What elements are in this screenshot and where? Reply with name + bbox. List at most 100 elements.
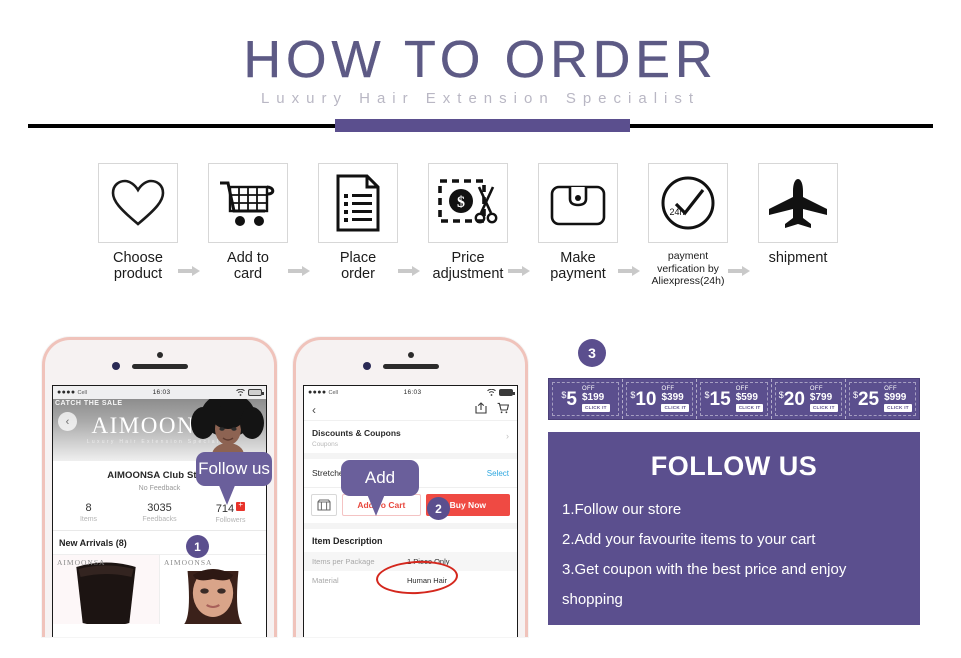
step-shipment: shipment — [752, 163, 844, 266]
coupon-amount: $10 — [630, 388, 657, 410]
step-label: shipment — [768, 250, 828, 266]
step-make-payment: Make payment — [532, 163, 624, 282]
stat-value: 3035 — [147, 502, 172, 514]
coupon-cta-button[interactable]: CLICK IT — [661, 404, 690, 412]
clock-label: 16:03 — [403, 389, 422, 396]
coupon-item[interactable]: $25 OFF $999 CLICK IT — [846, 379, 919, 419]
step-icon-box — [318, 163, 398, 243]
share-icon[interactable] — [475, 401, 487, 419]
speaker-grille — [382, 364, 439, 369]
page-subtitle: Luxury Hair Extension Specialist — [260, 90, 701, 107]
new-arrivals-heading: New Arrivals (8) — [59, 538, 127, 548]
step-arrow-icon — [288, 266, 310, 276]
step-badge-2: 2 — [427, 497, 450, 520]
step-label: payment verfication by Aliexpress(24h) — [651, 250, 725, 287]
coupon-cta-button[interactable]: CLICK IT — [582, 404, 610, 412]
callout-follow-us: Follow us — [196, 452, 272, 505]
phone-screen: ●●●● Cell 16:03 ‹ Discounts & Coupons Co… — [303, 385, 518, 637]
price-cut-icon: $ — [438, 179, 498, 224]
discounts-coupons-section[interactable]: Discounts & Coupons Coupons › — [304, 421, 517, 459]
store-icon[interactable] — [311, 494, 337, 516]
coupon-min-spend: $199 — [582, 392, 605, 403]
coupon-amount: $15 — [704, 388, 731, 410]
stat-value: 8 — [85, 502, 92, 514]
step-icon-box — [98, 163, 178, 243]
coupon-item[interactable]: $20 OFF $799 CLICK IT — [772, 379, 846, 419]
phone-mockup-store: ●●●● Cell 16:03 CATCH THE SALE ‹ AIMOONS… — [42, 337, 277, 637]
step-arrow-icon — [618, 266, 640, 276]
phone-screen: ●●●● Cell 16:03 CATCH THE SALE ‹ AIMOONS… — [52, 385, 267, 637]
stat-label: Items — [79, 516, 98, 523]
speaker-grille — [131, 364, 188, 369]
coupon-min-spend: $399 — [661, 392, 684, 403]
header-divider-accent — [335, 119, 630, 132]
back-button[interactable]: ‹ — [312, 403, 316, 417]
step-arrow-icon — [178, 266, 200, 276]
follow-us-title: FOLLOW US — [650, 451, 818, 481]
wifi-icon — [487, 389, 496, 396]
coupon-amount: $25 — [852, 388, 880, 410]
step-label: Make payment — [550, 250, 606, 282]
coupon-cta-button[interactable]: CLICK IT — [735, 404, 764, 412]
clock-check-icon: 24h — [661, 176, 715, 230]
step-icon-box: $ — [428, 163, 508, 243]
product-card[interactable]: AIMOONSA — [159, 554, 266, 624]
coupon-cta-button[interactable]: CLICK IT — [884, 404, 912, 412]
stat-followers[interactable]: 714 Followers — [195, 500, 266, 524]
shopping-cart-icon — [220, 181, 275, 226]
follow-instruction: 3.Get coupon with the best price and enj… — [562, 561, 847, 578]
coupon-item[interactable]: $5 OFF $199 CLICK IT — [549, 379, 624, 419]
product-nav-bar: ‹ — [304, 399, 517, 421]
coupon-amount: $20 — [778, 388, 805, 410]
stat-feedbacks[interactable]: 3035 Feedbacks — [124, 502, 195, 524]
stat-items[interactable]: 8 Items — [53, 502, 124, 524]
coupon-cta-button[interactable]: CLICK IT — [809, 404, 838, 412]
status-right — [236, 389, 264, 396]
step-payment-verification: 24h payment verfication by Aliexpress(24… — [642, 163, 734, 288]
clock-label: 16:03 — [152, 389, 171, 396]
carrier-label: Cell — [328, 389, 338, 396]
wallet-icon — [550, 185, 606, 226]
watermark-label: AIMOONSA — [57, 558, 106, 567]
follow-plus-badge[interactable] — [236, 500, 246, 511]
step-badge-3: 3 — [578, 339, 606, 367]
signal-icon: ●●●● — [308, 389, 327, 396]
stat-label: Feedbacks — [142, 516, 177, 523]
airplane-icon — [769, 179, 827, 228]
step-icon-box: 24h — [648, 163, 728, 243]
callout-add: Add — [341, 460, 419, 516]
carrier-label: Cell — [77, 389, 87, 396]
signal-icon: ●●●● — [57, 389, 76, 396]
watermark-label: AIMOONSA — [164, 558, 213, 567]
coupon-min-spend: $799 — [809, 392, 833, 403]
stat-label: Followers — [215, 517, 246, 524]
follow-instruction: 2.Add your favourite items to your cart — [562, 531, 816, 548]
status-bar: ●●●● Cell 16:03 — [304, 386, 517, 399]
step-arrow-icon — [398, 266, 420, 276]
coupon-item[interactable]: $15 OFF $599 CLICK IT — [697, 379, 772, 419]
follow-instruction: 1.Follow our store — [562, 501, 682, 518]
heart-icon — [111, 179, 165, 226]
battery-icon — [499, 389, 515, 396]
follow-us-instructions: 1.Follow our store 2.Add your favourite … — [548, 495, 920, 615]
sale-tag-label: CATCH THE SALE — [55, 400, 123, 407]
section-title: Discounts & Coupons — [312, 428, 401, 438]
step-price-adjustment: $ Price adjustment — [422, 163, 514, 282]
step-choose-product: Choose product — [92, 163, 184, 282]
page-title: HOW TO ORDER — [243, 31, 718, 89]
step-icon-box — [538, 163, 618, 243]
camera-icon — [362, 362, 371, 370]
select-link[interactable]: Select — [487, 469, 509, 478]
cart-icon[interactable] — [497, 401, 510, 419]
coupon-strip: $5 OFF $199 CLICK IT $10 OFF $399 CLICK … — [548, 378, 920, 420]
product-grid: AIMOONSA AIMOONSA — [53, 554, 266, 624]
phone-top-bezel — [296, 340, 525, 385]
document-icon — [336, 174, 380, 232]
status-right — [487, 389, 515, 396]
camera-icon — [111, 362, 120, 370]
product-card[interactable]: AIMOONSA — [53, 554, 159, 624]
step-arrow-icon — [728, 266, 750, 276]
coupon-item[interactable]: $10 OFF $399 CLICK IT — [623, 379, 698, 419]
item-description-heading: Item Description — [312, 536, 383, 546]
step-label: Choose product — [113, 250, 163, 282]
